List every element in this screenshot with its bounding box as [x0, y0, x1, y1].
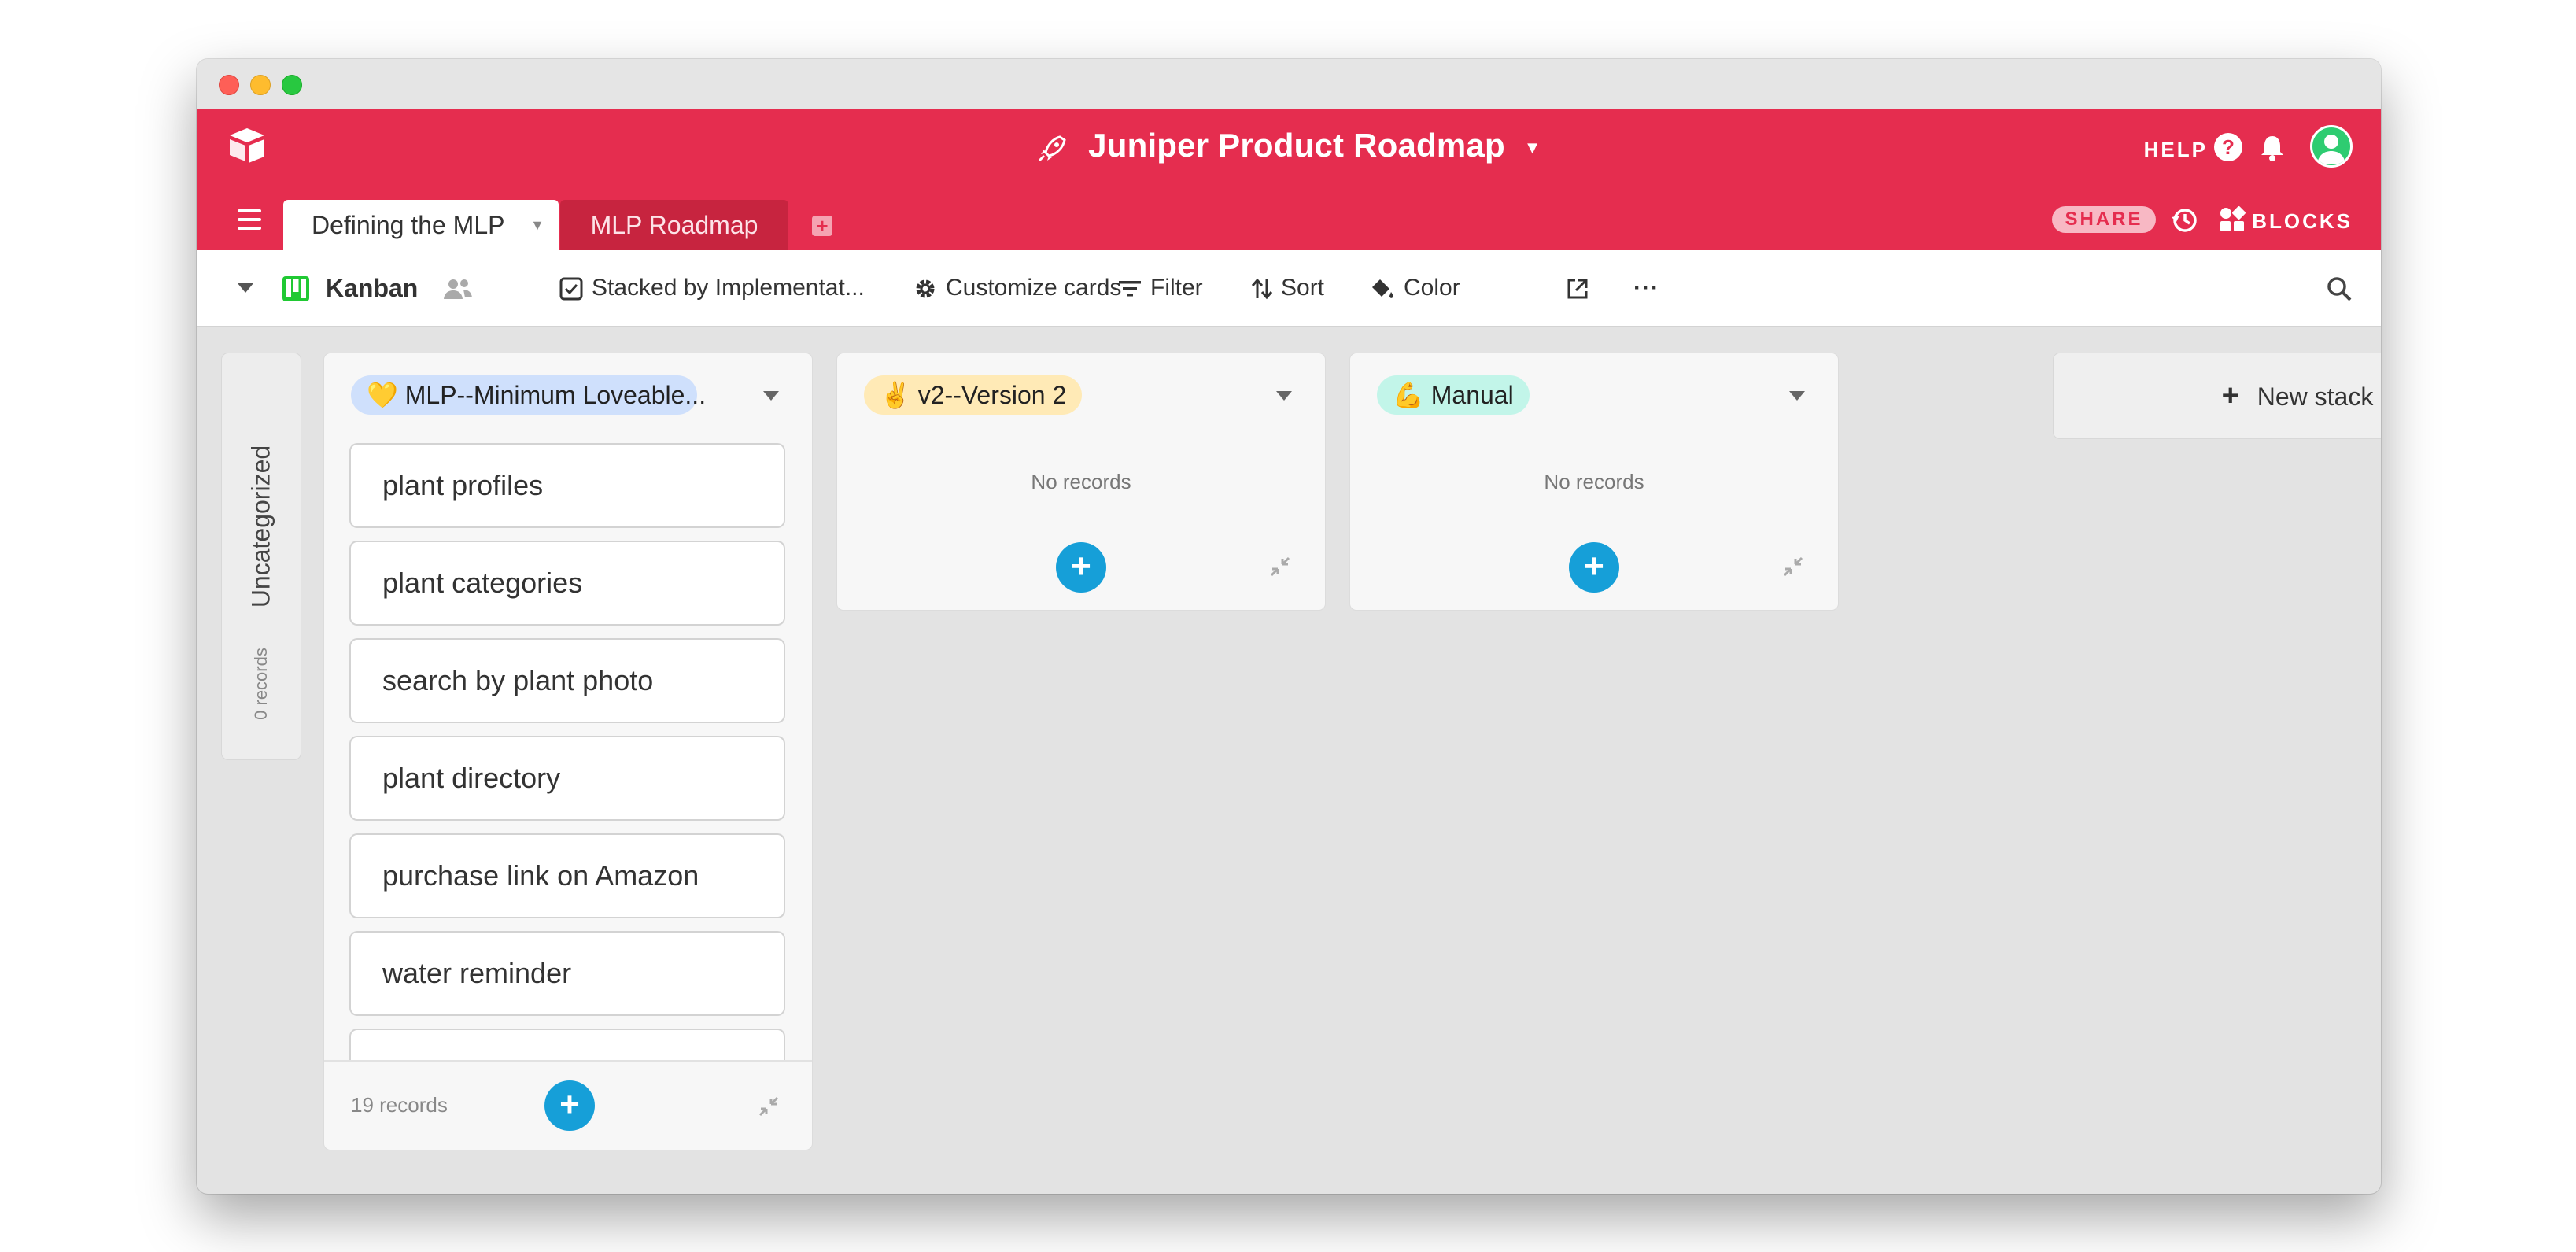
views-caret-icon[interactable]: [238, 283, 253, 293]
kanban-icon: [282, 276, 309, 301]
record-card[interactable]: plant directory: [351, 737, 784, 819]
minimize-window-button[interactable]: [250, 75, 271, 95]
divider: [324, 1060, 812, 1062]
customize-cards-button[interactable]: Customize cards: [913, 250, 1121, 326]
gear-icon: [916, 279, 935, 298]
help-icon[interactable]: ?: [2214, 133, 2242, 161]
card-list: plant profiles plant categories search b…: [324, 353, 812, 1060]
new-stack-label: New stack: [2257, 382, 2374, 411]
customize-cards-label: Customize cards: [946, 275, 1122, 301]
record-card[interactable]: plant profiles: [351, 445, 784, 526]
add-record-button[interactable]: +: [1056, 542, 1106, 593]
share-view-button[interactable]: [1566, 250, 1597, 326]
more-options-button[interactable]: ···: [1633, 250, 1659, 326]
records-count: 19 records: [351, 1093, 448, 1117]
record-card[interactable]: water reminder: [351, 933, 784, 1014]
stack-label: v2--Version 2: [917, 381, 1067, 409]
external-link-icon: [1567, 279, 1588, 299]
sort-label: Sort: [1281, 275, 1325, 301]
stacked-by-label: Stacked by Implementat...: [592, 275, 865, 301]
app-header: Juniper Product Roadmap ▼ HELP ?: [197, 109, 2381, 189]
collapse-stack-icon[interactable]: [1268, 555, 1292, 578]
menu-icon[interactable]: [238, 209, 261, 230]
plus-icon: +: [2221, 379, 2239, 412]
stack-header: ✌️ v2--Version 2: [837, 353, 1325, 440]
filter-icon: [1119, 281, 1141, 297]
base-title-text: Juniper Product Roadmap: [1088, 127, 1505, 164]
stack-header: 💪 Manual: [1350, 353, 1838, 440]
stack-manual: 💪 Manual No records +: [1350, 353, 1838, 610]
no-records-text: No records: [1031, 470, 1131, 493]
new-stack-button[interactable]: + New stack: [2054, 353, 2381, 438]
color-button[interactable]: Color: [1369, 250, 1460, 326]
stacked-by-button[interactable]: Stacked by Implementat...: [559, 250, 865, 326]
tab-label: MLP Roadmap: [590, 211, 758, 239]
no-records-text: No records: [1544, 470, 1644, 493]
tab-label: Defining the MLP: [312, 211, 505, 239]
victory-hand-emoji-icon: ✌️: [880, 381, 911, 409]
stack-menu-caret-icon[interactable]: [1789, 391, 1805, 401]
sort-button[interactable]: Sort: [1251, 250, 1324, 326]
stack-v2: ✌️ v2--Version 2 No records +: [837, 353, 1325, 610]
table-tabs-bar: Defining the MLP ▼ MLP Roadmap + SHARE B…: [197, 189, 2381, 250]
stack-label-pill[interactable]: ✌️ v2--Version 2: [864, 375, 1083, 415]
paint-bucket-icon: [1372, 279, 1393, 298]
chevron-down-icon: ▼: [1523, 137, 1541, 157]
add-record-button[interactable]: +: [1569, 542, 1619, 593]
blocks-label[interactable]: BLOCKS: [2252, 209, 2353, 234]
stack-mlp: 💛 MLP--Minimum Loveable... plant profile…: [324, 353, 812, 1150]
record-card[interactable]: purchase link on Amazon: [351, 835, 784, 917]
user-icon: [2317, 135, 2345, 164]
app-window: Juniper Product Roadmap ▼ HELP ? Definin…: [197, 59, 2381, 1194]
stack-menu-caret-icon[interactable]: [1276, 391, 1292, 401]
record-card[interactable]: plant categories: [351, 542, 784, 624]
stack-label-pill[interactable]: 💪 Manual: [1377, 375, 1530, 415]
bell-icon[interactable]: [2257, 131, 2288, 163]
uncategorized-count: 0 records: [251, 648, 271, 720]
stack-label: Manual: [1430, 381, 1514, 409]
collapse-stack-icon[interactable]: [757, 1095, 781, 1118]
tab-defining-the-mlp[interactable]: Defining the MLP ▼: [283, 200, 559, 250]
collapse-stack-icon[interactable]: [1781, 555, 1805, 578]
flexed-biceps-emoji-icon: 💪: [1393, 381, 1424, 409]
color-label: Color: [1404, 275, 1460, 301]
tab-mlp-roadmap[interactable]: MLP Roadmap: [560, 200, 788, 250]
close-window-button[interactable]: [219, 75, 239, 95]
filter-button[interactable]: Filter: [1117, 250, 1203, 326]
add-record-button[interactable]: +: [544, 1080, 595, 1131]
record-card[interactable]: seed and care recomendations: [351, 1030, 784, 1060]
help-label[interactable]: HELP: [2144, 138, 2208, 162]
record-card[interactable]: search by plant photo: [351, 640, 784, 722]
user-avatar[interactable]: [2310, 125, 2353, 168]
add-table-icon[interactable]: +: [812, 216, 832, 236]
chevron-down-icon[interactable]: ▼: [530, 200, 544, 250]
title-bar: [197, 59, 2381, 109]
share-button[interactable]: SHARE: [2052, 206, 2156, 233]
blocks-icon[interactable]: [2219, 206, 2246, 233]
checkbox-icon: [559, 277, 583, 301]
filter-label: Filter: [1150, 275, 1203, 301]
history-icon[interactable]: [2170, 206, 2198, 235]
view-name[interactable]: Kanban: [326, 250, 418, 326]
base-title[interactable]: Juniper Product Roadmap ▼: [197, 127, 2381, 164]
sort-icon: [1251, 278, 1273, 300]
uncategorized-label: Uncategorized: [246, 445, 275, 608]
search-icon[interactable]: [2326, 275, 2353, 302]
zoom-window-button[interactable]: [282, 75, 302, 95]
uncategorized-stack[interactable]: Uncategorized 0 records: [222, 353, 301, 759]
collaborators-icon[interactable]: [442, 277, 474, 301]
view-toolbar: Kanban Stacked by Implementat... Customi…: [197, 250, 2381, 327]
rocket-icon: [1039, 135, 1066, 161]
